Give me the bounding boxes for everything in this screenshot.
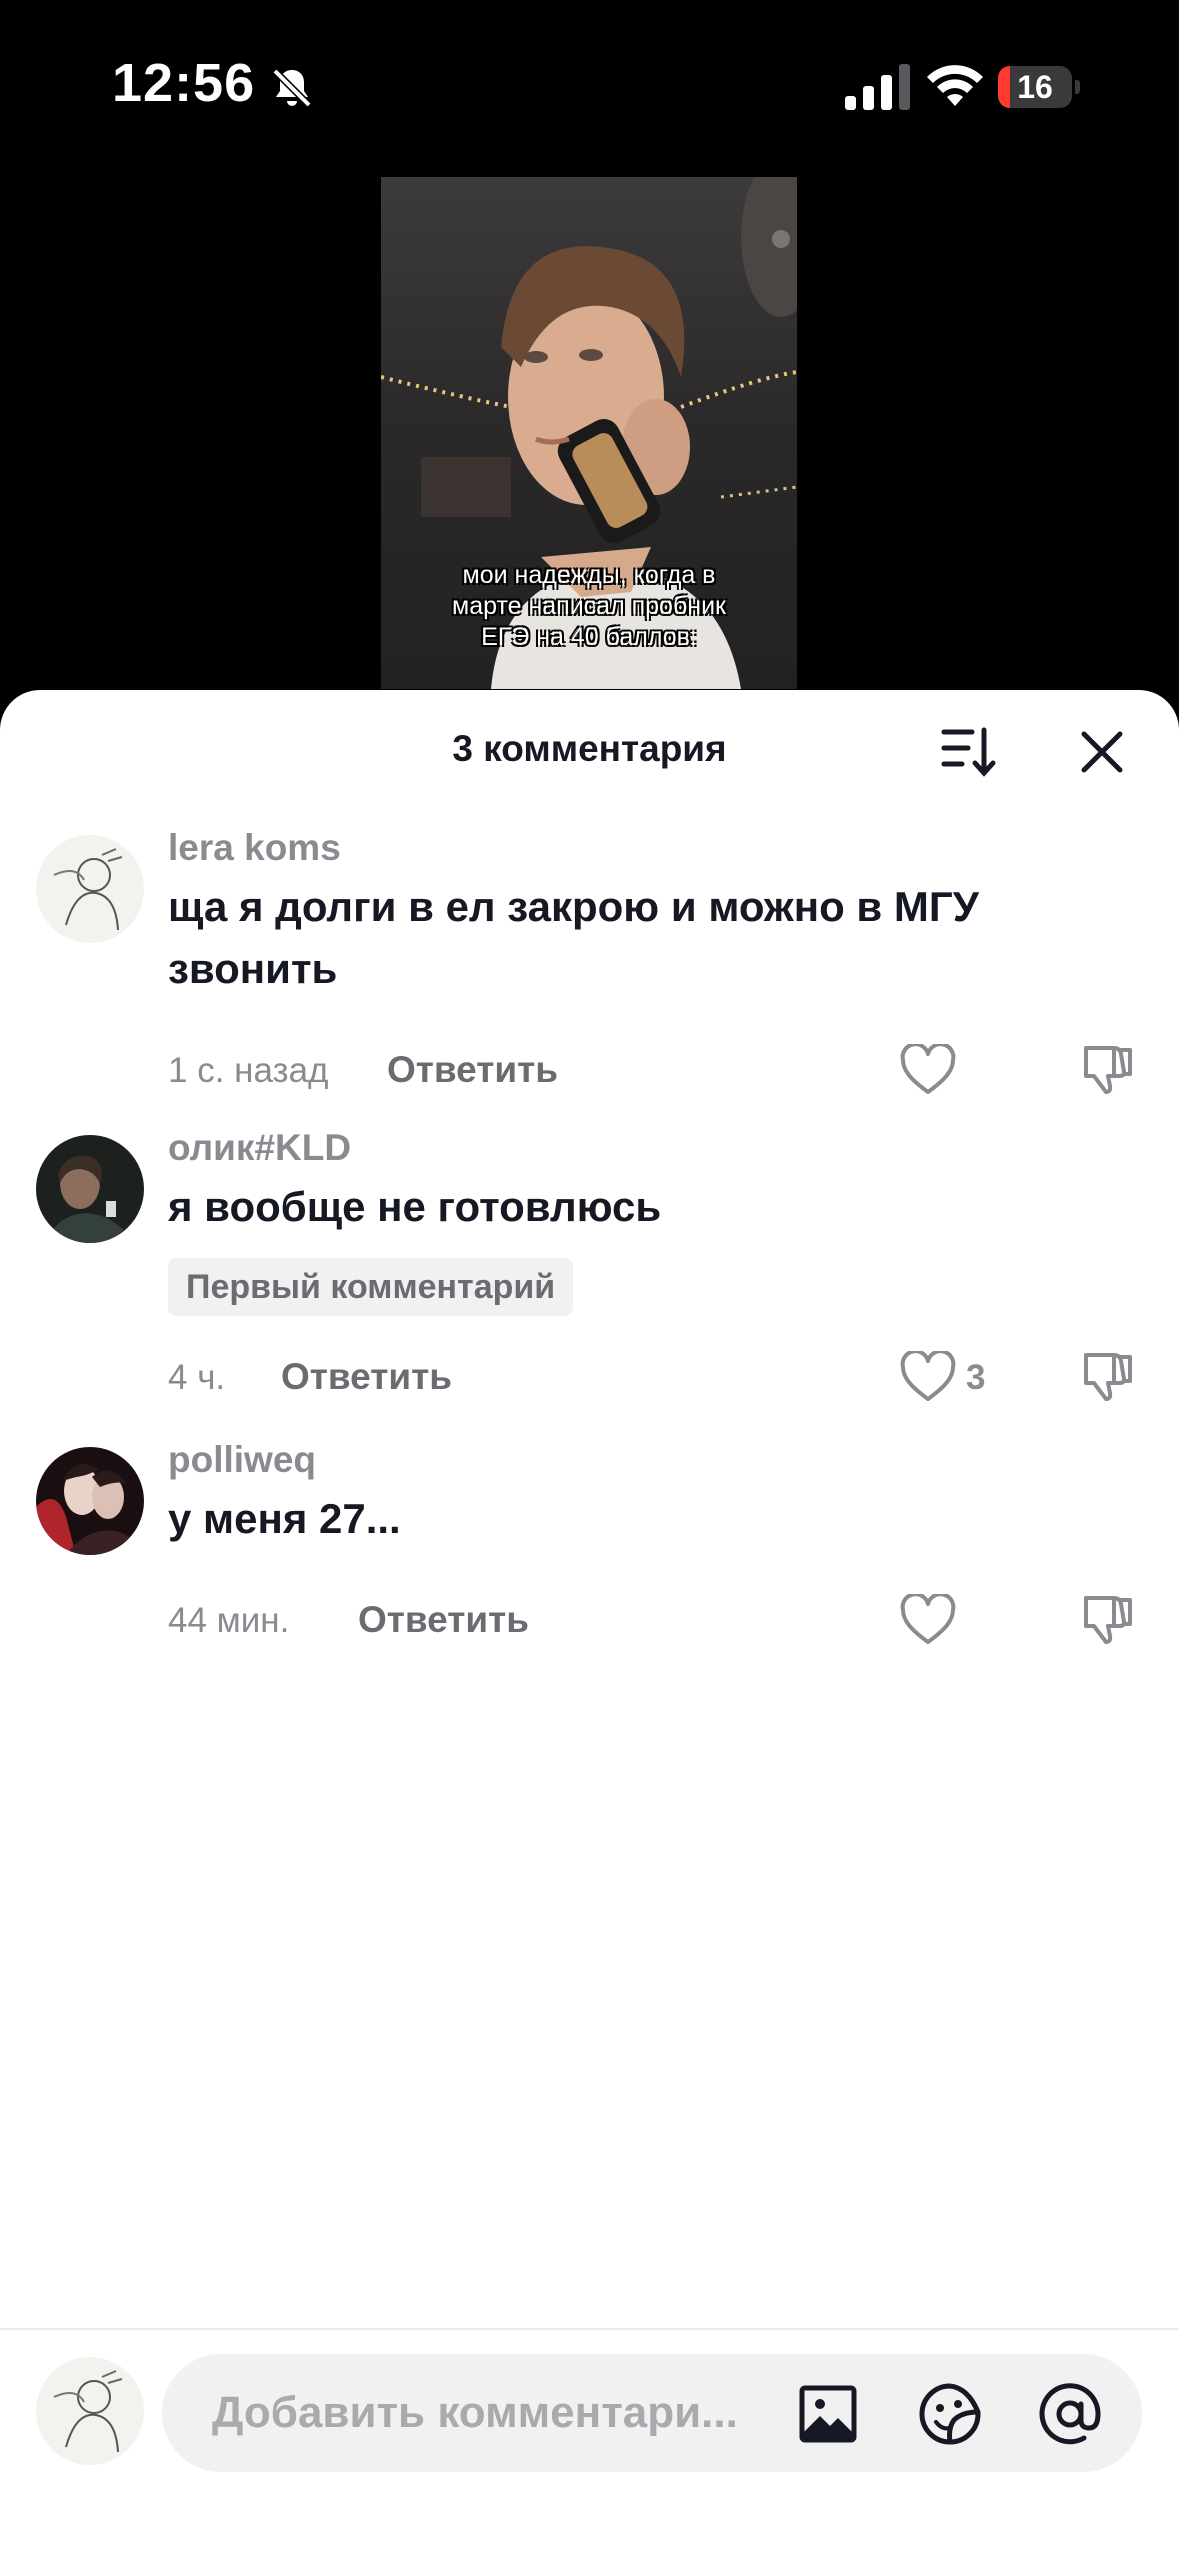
heart-icon[interactable]: [900, 1044, 956, 1096]
status-bar: 12:56 16: [0, 0, 1179, 175]
thumbs-down-icon[interactable]: [1080, 1592, 1134, 1646]
like-count: 3: [966, 1358, 986, 1397]
comment-text: ща я долги в ел закрою и можно в МГУ зво…: [168, 883, 979, 992]
my-avatar[interactable]: [36, 2357, 144, 2465]
bell-off-icon: [272, 68, 312, 108]
status-time: 12:56: [112, 53, 256, 113]
comments-count-title: 3 комментария: [452, 728, 727, 769]
thumbs-down-icon[interactable]: [1080, 1042, 1134, 1096]
battery-indicator: 16: [998, 66, 1080, 108]
comment-text: у меня 27...: [168, 1495, 401, 1542]
mention-icon[interactable]: [1038, 2382, 1102, 2446]
heart-icon[interactable]: [900, 1351, 956, 1403]
video-preview[interactable]: мои надежды, когда в марте написал пробн…: [381, 177, 797, 689]
comment-time: 44 мин.: [168, 1601, 290, 1640]
close-button[interactable]: [1074, 724, 1130, 780]
divider: [0, 2328, 1179, 2330]
comment-username[interactable]: polliweq: [168, 1439, 316, 1481]
battery-level: 16: [1017, 69, 1053, 105]
sort-button[interactable]: [938, 724, 998, 780]
comments-sheet: 3 комментария lera koms ща я долги в ел …: [0, 690, 1179, 2556]
comment-composer: [162, 2354, 1142, 2472]
wifi-icon: [927, 65, 983, 106]
comment-time: 4 ч.: [168, 1358, 226, 1397]
first-comment-badge: Первый комментарий: [168, 1258, 574, 1316]
comment-username[interactable]: lera koms: [168, 827, 341, 869]
avatar[interactable]: [36, 1447, 144, 1555]
reply-button[interactable]: Ответить: [387, 1049, 558, 1091]
sticker-icon[interactable]: [918, 2382, 982, 2446]
reply-button[interactable]: Ответить: [281, 1356, 452, 1398]
video-caption: мои надежды, когда в марте написал пробн…: [452, 561, 726, 651]
reply-button[interactable]: Ответить: [358, 1599, 529, 1641]
heart-icon[interactable]: [900, 1594, 956, 1646]
avatar[interactable]: [36, 1135, 144, 1243]
cellular-signal-icon: [845, 64, 910, 110]
image-icon[interactable]: [798, 2384, 858, 2444]
avatar[interactable]: [36, 835, 144, 943]
comment-time: 1 с. назад: [168, 1051, 329, 1090]
comment-text: я вообще не готовлюсь: [168, 1183, 662, 1230]
comment-username[interactable]: олик#KLD: [168, 1127, 351, 1169]
thumbs-down-icon[interactable]: [1080, 1349, 1134, 1403]
